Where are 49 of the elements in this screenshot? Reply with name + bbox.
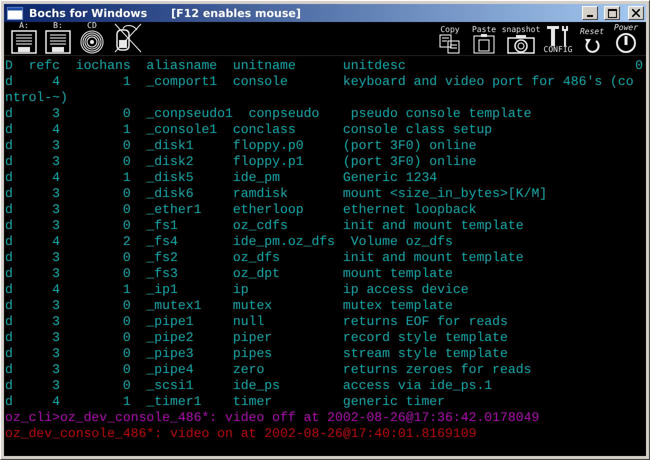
terminal-line: d 3 0 _disk6 ramdisk mount <size_in_bytes>[K/M]	[5, 186, 548, 202]
window-title: Bochs for Windows	[29, 6, 148, 20]
toolbar-label: Reset	[580, 28, 604, 36]
toolbar-label: CD	[87, 22, 97, 30]
terminal-line: d 3 0 _pipe3 pipes stream style template	[5, 346, 508, 362]
terminal-line: d 3 0 _disk1 floppy.p0 (port 3F0) online	[5, 138, 476, 154]
terminal-line: d 3 0 _disk2 floppy.p1 (port 3F0) online	[5, 154, 476, 170]
terminal-line: d 3 0 _fs2 oz_dfs init and mount template	[5, 250, 524, 266]
terminal-line: d 4 1 _ip1 ip ip access device	[5, 282, 469, 298]
wrench-icon[interactable]	[545, 24, 571, 46]
maximize-button[interactable]	[604, 6, 620, 20]
terminal-line: d 3 0 _mutex1 mutex mutex template	[5, 298, 453, 314]
mouse-hint: [F12 enables mouse]	[171, 6, 301, 20]
close-button[interactable]	[628, 6, 644, 20]
maximize-icon	[608, 8, 616, 18]
terminal-line: d 4 2 _fs4 ide_pm.oz_dfs Volume oz_dfs	[5, 234, 453, 250]
terminal-line: oz_cli>oz_dev_console_486*: video off at 2002-08-26@17:36:42.0178049	[5, 410, 540, 426]
reset-arrow-icon[interactable]	[583, 36, 601, 54]
terminal-line: d 3 0 _conpseudo1 conpseudo pseudo console template	[5, 106, 532, 122]
toolbar-label: B:	[53, 22, 63, 30]
terminal-text: 0	[635, 58, 643, 74]
close-icon	[632, 9, 640, 17]
minimize-button[interactable]	[582, 6, 598, 20]
toolbar-label: Power	[614, 24, 638, 32]
app-window-icon	[7, 6, 23, 20]
copy-icon[interactable]	[439, 34, 461, 54]
terminal-line: d 4 1 _console1 conclass console class setup	[5, 122, 492, 138]
terminal-line: oz_dev_console_486*: video on at 2002-08-26@17:40:01.8169109	[5, 426, 476, 442]
toolbar-label: Paste	[472, 26, 496, 34]
terminal-line: d 3 0 _fs3 oz_dpt mount template	[5, 266, 453, 282]
cd-icon[interactable]	[79, 30, 105, 54]
terminal-line: d 3 0 _fs1 oz_cdfs init and mount template	[5, 218, 524, 234]
terminal-line: d 3 0 _pipe4 zero returns zeroes for reads	[5, 362, 532, 378]
terminal-line: D refc iochans aliasname unitname unitdesc	[5, 58, 406, 74]
toolbar-label: CONFIG	[544, 46, 572, 54]
terminal-line: ntrol-~)	[5, 90, 68, 106]
camera-icon[interactable]	[507, 34, 535, 54]
terminal-line: d 4 1 _timer1 timer generic timer	[5, 394, 446, 410]
terminal-line: d 3 0 _scsi1 ide_ps access via ide_ps.1	[5, 378, 492, 394]
terminal-line: d 3 0 _ether1 etherloop ethernet loopback	[5, 202, 476, 218]
toolbar-label: snapshot	[502, 26, 540, 34]
terminal-line: d 4 1 _disk5 ide_pm Generic 1234	[5, 170, 438, 186]
terminal-line: d 3 0 _pipe2 piper record style template	[5, 330, 508, 346]
terminal-line: d 3 0 _pipe1 null returns EOF for reads	[5, 314, 508, 330]
toolbar-label: A:	[19, 22, 29, 30]
terminal-line: d 4 1 _comport1 console keyboard and video port for 486's (co	[5, 74, 634, 90]
toolbar-label: Copy	[440, 26, 460, 34]
power-icon[interactable]	[615, 32, 637, 54]
clipboard-icon[interactable]	[473, 34, 495, 54]
